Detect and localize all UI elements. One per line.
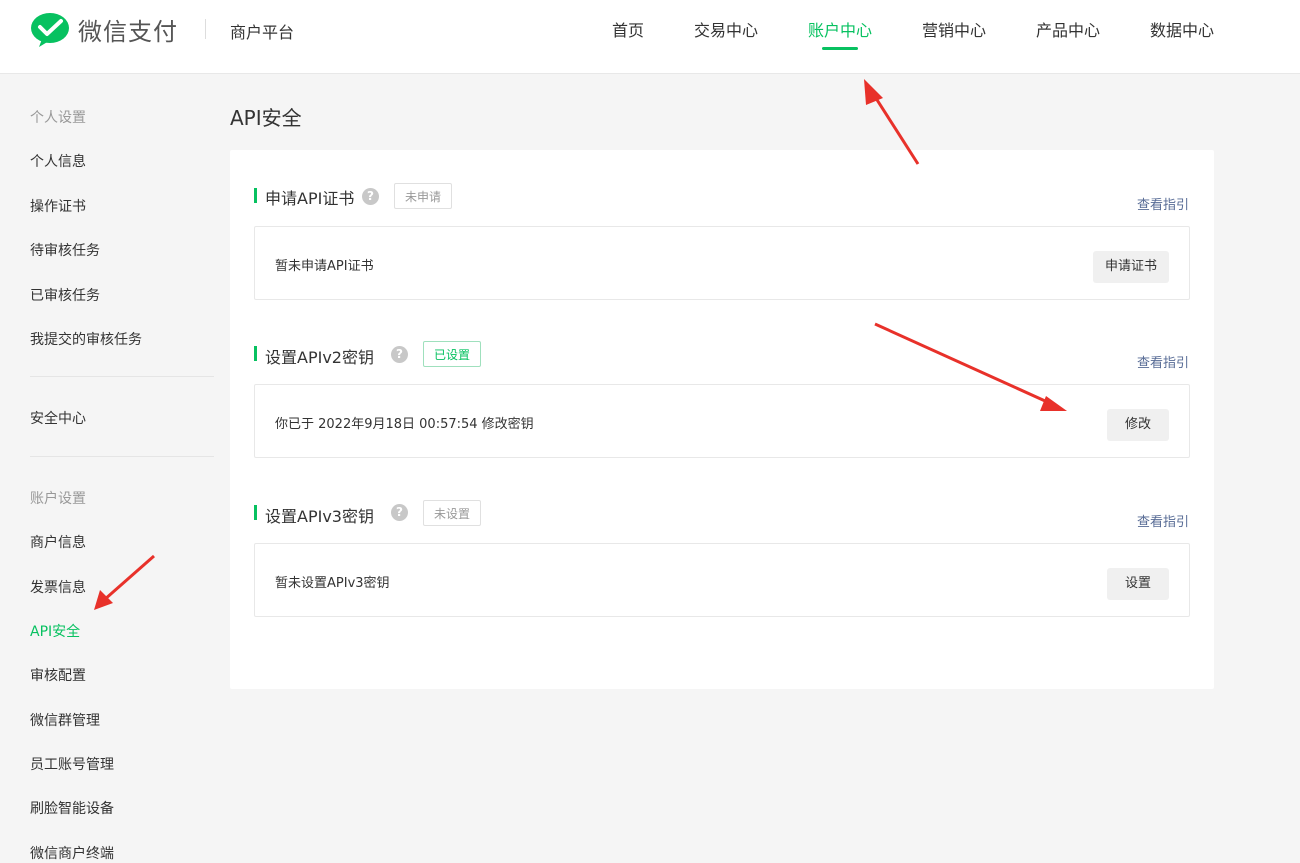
- nav-home[interactable]: 首页: [612, 17, 644, 41]
- sidebar-divider: [30, 376, 214, 377]
- section-marker: [254, 505, 257, 520]
- guide-link-apiv3-key[interactable]: 查看指引: [1137, 511, 1189, 530]
- sidebar-item-merchant-info[interactable]: 商户信息: [30, 532, 86, 552]
- section-box-apiv3-key: 暂未设置APIv3密钥 设置: [254, 543, 1190, 617]
- section-description: 暂未申请API证书: [275, 259, 374, 274]
- set-key-button[interactable]: 设置: [1107, 568, 1169, 600]
- sidebar-item-security-center[interactable]: 安全中心: [30, 408, 86, 428]
- guide-link-api-cert[interactable]: 查看指引: [1137, 194, 1189, 213]
- page-title: API安全: [230, 106, 302, 130]
- section-box-apiv2-key: 你已于 2022年9月18日 00:57:54 修改密钥 修改: [254, 384, 1190, 458]
- sidebar-item-reviewed[interactable]: 已审核任务: [30, 285, 100, 305]
- nav-product-center[interactable]: 产品中心: [1036, 17, 1100, 41]
- sidebar-item-invoice-info[interactable]: 发票信息: [30, 577, 86, 597]
- section-marker: [254, 346, 257, 361]
- sidebar-group-account: 账户设置: [30, 491, 86, 507]
- sidebar-item-pending-review[interactable]: 待审核任务: [30, 240, 100, 260]
- wechat-pay-logo-icon[interactable]: [30, 12, 70, 48]
- section-title-apiv3-key: 设置APIv3密钥: [265, 507, 374, 526]
- status-badge: 未申请: [394, 183, 453, 209]
- section-description: 你已于 2022年9月18日 00:57:54 修改密钥: [275, 417, 534, 432]
- section-box-api-cert: 暂未申请API证书 申请证书: [254, 226, 1190, 300]
- nav-account-center[interactable]: 账户中心: [808, 17, 872, 41]
- sidebar-item-wechat-group[interactable]: 微信群管理: [30, 710, 100, 730]
- sidebar-item-personal-info[interactable]: 个人信息: [30, 151, 86, 171]
- sidebar-item-face-devices[interactable]: 刷脸智能设备: [30, 798, 114, 818]
- nav-active-indicator: [822, 47, 858, 50]
- top-header: 微信支付 商户平台 首页 交易中心 账户中心 营销中心 产品中心 数据中心: [0, 0, 1300, 74]
- sidebar-item-merchant-terminal[interactable]: 微信商户终端: [30, 843, 114, 863]
- status-badge: 已设置: [423, 341, 482, 367]
- nav-trade-center[interactable]: 交易中心: [694, 17, 758, 41]
- guide-link-apiv2-key[interactable]: 查看指引: [1137, 352, 1189, 371]
- section-marker: [254, 188, 257, 203]
- brand-divider: [205, 19, 206, 39]
- question-circle-icon[interactable]: ?: [362, 188, 379, 205]
- question-circle-icon[interactable]: ?: [391, 504, 408, 521]
- sidebar-divider: [30, 456, 214, 457]
- section-title-api-cert: 申请API证书: [265, 189, 355, 208]
- sidebar-item-operation-cert[interactable]: 操作证书: [30, 196, 86, 216]
- sidebar-item-my-submitted[interactable]: 我提交的审核任务: [30, 329, 142, 349]
- section-title-apiv2-key: 设置APIv2密钥: [265, 348, 374, 367]
- sidebar-item-review-config[interactable]: 审核配置: [30, 665, 86, 685]
- nav-marketing-center[interactable]: 营销中心: [922, 17, 986, 41]
- brand-name[interactable]: 微信支付: [78, 12, 178, 47]
- modify-key-button[interactable]: 修改: [1107, 409, 1169, 441]
- question-circle-icon[interactable]: ?: [391, 346, 408, 363]
- sidebar-item-api-security[interactable]: API安全: [30, 621, 80, 641]
- nav-data-center[interactable]: 数据中心: [1150, 17, 1214, 41]
- sidebar-item-staff-accounts[interactable]: 员工账号管理: [30, 754, 114, 774]
- platform-name: 商户平台: [230, 23, 295, 42]
- apply-cert-button[interactable]: 申请证书: [1092, 251, 1169, 283]
- sidebar-group-personal: 个人设置: [30, 110, 86, 126]
- section-description: 暂未设置APIv3密钥: [275, 576, 390, 591]
- status-badge: 未设置: [423, 500, 482, 526]
- sidebar: 个人设置 个人信息 操作证书 待审核任务 已审核任务 我提交的审核任务 安全中心…: [0, 74, 230, 862]
